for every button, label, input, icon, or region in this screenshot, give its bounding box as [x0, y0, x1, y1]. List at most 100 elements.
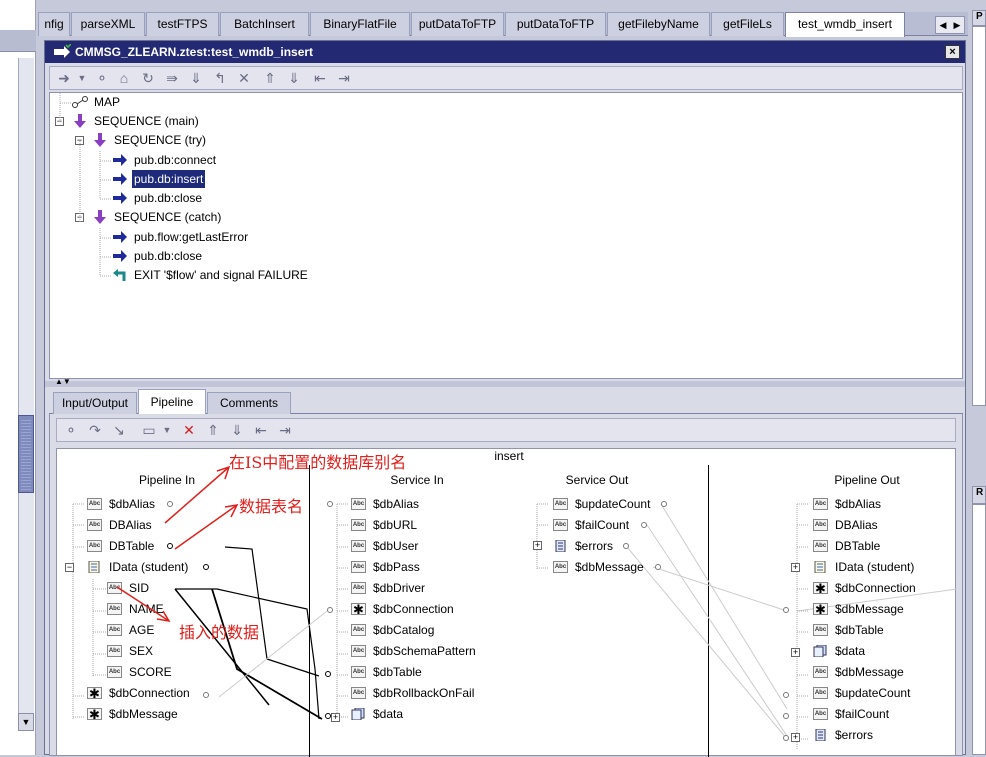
link-port[interactable] [655, 564, 661, 570]
tab-testftps[interactable]: testFTPS [146, 12, 219, 36]
link-port[interactable] [203, 692, 209, 698]
sequence-step-icon[interactable]: ⇓ [186, 69, 206, 88]
map-forward-icon[interactable]: ↷ [85, 421, 105, 440]
tab-test-wmdb-insert[interactable]: test_wmdb_insert [785, 12, 905, 37]
navigator-header [0, 30, 36, 52]
tab-nfig[interactable]: nfig [38, 12, 70, 36]
navigator-scrollbar[interactable] [18, 58, 34, 730]
step-property-tabs: Input/Output Pipeline Comments [49, 388, 963, 415]
move-up-icon[interactable]: ⇑ [260, 69, 280, 88]
expand-errors-out-toggle[interactable]: + [791, 733, 800, 742]
tab-comments[interactable]: Comments [207, 392, 291, 414]
document-list-icon [351, 708, 365, 720]
link-port[interactable] [783, 607, 789, 613]
string-icon: Abc [813, 498, 828, 510]
set-value-icon[interactable]: ▭ [139, 421, 159, 440]
document-icon [814, 561, 826, 573]
expand-data-out-toggle[interactable]: + [791, 648, 800, 657]
document-icon [555, 540, 566, 552]
delete-mapping-icon[interactable]: ✕ [179, 421, 199, 440]
flow-step-tree: − − − MAP SEQUENCE (main) SEQUENCE (try)… [49, 92, 963, 379]
editor-title-bar: CMMSG_ZLEARN.ztest:test_wmdb_insert [45, 41, 965, 63]
branch-icon[interactable]: ⌂ [114, 69, 134, 88]
pipeline-toolbar: ⚬ ↷ ↘ ▭ ▼ ✕ ⇑ ⇓ ⇤ ⇥ [56, 418, 956, 442]
tab-getfilels[interactable]: getFileLs [711, 12, 784, 36]
map-down-icon[interactable]: ↘ [109, 421, 129, 440]
string-icon: Abc [351, 666, 366, 678]
scroll-down-arrow-icon[interactable]: ▼ [18, 713, 34, 731]
delete-step-icon[interactable]: ✕ [234, 69, 254, 88]
set-value-dropdown-icon[interactable]: ▼ [157, 421, 177, 440]
pipeline-panel: ⚬ ↷ ↘ ▭ ▼ ✕ ⇑ ⇓ ⇤ ⇥ insert Pipeline In S… [49, 414, 963, 757]
document-icon [815, 729, 826, 741]
split-divider[interactable]: ▲▼ [45, 377, 965, 387]
link-port[interactable] [641, 522, 647, 528]
move-down-icon[interactable]: ⇓ [227, 421, 247, 440]
flow-toolbar: ➜ ▼ ⚬ ⌂ ↻ ⇛ ⇓ ↰ ✕ ⇑ ⇓ ⇤ ⇥ [49, 66, 963, 90]
tree-connector-lines [59, 93, 112, 277]
string-icon: Abc [813, 708, 828, 720]
string-icon: Abc [813, 687, 828, 699]
link-port[interactable] [783, 692, 789, 698]
tab-binaryflatfile[interactable]: BinaryFlatFile [310, 12, 410, 36]
string-icon: Abc [351, 687, 366, 699]
link-icon[interactable]: ⚬ [61, 421, 81, 440]
insert-dropdown-icon[interactable]: ▼ [72, 69, 92, 88]
move-down-icon[interactable]: ⇓ [284, 69, 304, 88]
results-panel [972, 504, 986, 755]
exit-step-icon[interactable]: ↰ [210, 69, 230, 88]
tab-putdatatoftp-2[interactable]: putDataToFTP [505, 12, 606, 36]
expand-student-out-toggle[interactable]: + [791, 563, 800, 572]
close-editor-button[interactable]: × [945, 45, 960, 59]
string-icon: Abc [553, 498, 568, 510]
object-icon: ✱ [813, 603, 828, 616]
navigator-scroll-thumb[interactable] [18, 415, 34, 493]
tab-input-output[interactable]: Input/Output [53, 392, 137, 414]
editor-tab-bar: nfig parseXML testFTPS BatchInsert Binar… [38, 12, 968, 37]
left-navigator-pane: ▼ [0, 0, 36, 755]
flow-service-icon [54, 44, 71, 58]
string-icon: Abc [813, 666, 828, 678]
string-icon: Abc [553, 561, 568, 573]
pipeline-mapping-canvas: insert Pipeline In Service In Service Ou… [56, 448, 957, 757]
tab-pipeline[interactable]: Pipeline [138, 389, 206, 415]
link-port[interactable] [661, 501, 667, 507]
tab-scroll-controls[interactable]: ◀ ▶ [935, 16, 965, 34]
tab-parsexml[interactable]: parseXML [71, 12, 145, 36]
link-port[interactable] [623, 543, 629, 549]
link-port[interactable] [783, 735, 789, 741]
results-header: R [972, 486, 986, 504]
object-icon: ✱ [87, 708, 102, 721]
move-right-icon[interactable]: ⇥ [334, 69, 354, 88]
right-properties-pane: P R [968, 0, 986, 755]
object-icon: ✱ [87, 687, 102, 700]
annotation-db-alias: 在IS中配置的数据库别名 [229, 453, 407, 472]
insert-step-icon[interactable]: ➜ [54, 69, 74, 88]
tab-scroll-right-icon[interactable]: ▶ [950, 17, 964, 33]
object-icon: ✱ [813, 582, 828, 595]
move-left-icon[interactable]: ⇤ [251, 421, 271, 440]
document-list-icon [813, 645, 827, 657]
link-port[interactable] [783, 713, 789, 719]
expand-data-toggle[interactable]: + [331, 713, 340, 722]
annotation-table-name: 数据表名 [239, 497, 304, 516]
move-up-icon[interactable]: ⇑ [203, 421, 223, 440]
properties-panel [972, 26, 986, 406]
editor-title: CMMSG_ZLEARN.ztest:test_wmdb_insert [75, 45, 314, 59]
loop-icon[interactable]: ↻ [138, 69, 158, 88]
expand-errors-toggle[interactable]: + [533, 541, 542, 550]
split-arrows-icon[interactable]: ▲▼ [55, 377, 71, 386]
move-right-icon[interactable]: ⇥ [275, 421, 295, 440]
string-icon: Abc [107, 666, 122, 678]
tab-batchinsert[interactable]: BatchInsert [220, 12, 309, 36]
tab-putdatatoftp-1[interactable]: putDataToFTP [411, 12, 504, 36]
link-port[interactable] [325, 671, 331, 677]
map-step-icon[interactable]: ⚬ [92, 69, 112, 88]
tab-scroll-left-icon[interactable]: ◀ [936, 17, 950, 33]
move-left-icon[interactable]: ⇤ [310, 69, 330, 88]
string-icon: Abc [553, 519, 568, 531]
repeat-icon[interactable]: ⇛ [162, 69, 182, 88]
tab-getfilebyname[interactable]: getFilebyName [607, 12, 710, 36]
string-icon: Abc [813, 540, 828, 552]
string-icon: Abc [813, 519, 828, 531]
